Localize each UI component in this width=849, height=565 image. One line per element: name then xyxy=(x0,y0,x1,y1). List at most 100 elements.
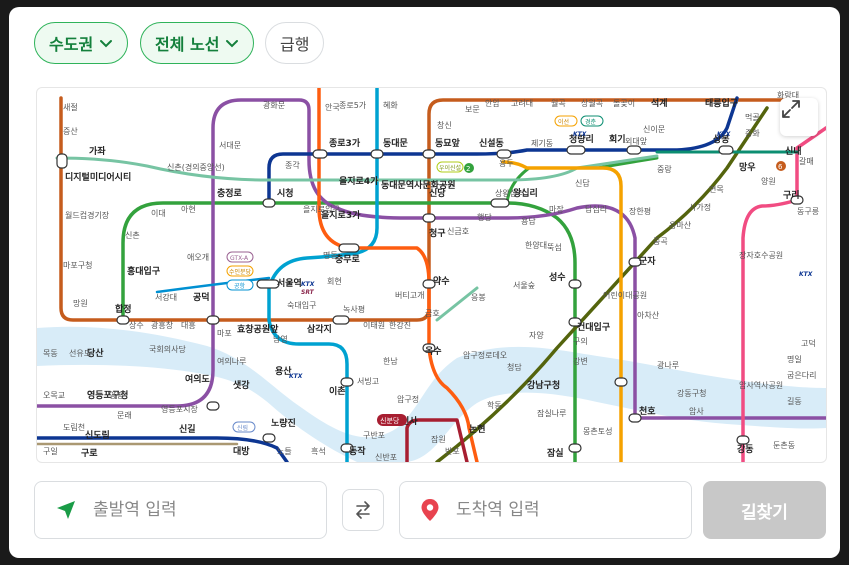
station-marker xyxy=(614,377,628,387)
station-label: 공덕 xyxy=(193,292,210,303)
station-label: 압구정로데오 xyxy=(463,350,507,360)
destination-input[interactable] xyxy=(454,499,648,521)
location-pin-icon xyxy=(421,499,439,521)
expand-map-button[interactable] xyxy=(780,98,818,136)
station-label: 동작 xyxy=(349,446,366,457)
station-label: 강동구청 xyxy=(677,388,706,398)
lines-filter-label: 전체 노선 xyxy=(155,35,220,54)
station-label: 을지로입구 xyxy=(303,205,340,214)
station-label: 암사역사공원 xyxy=(739,380,783,390)
station-label: 건대입구 xyxy=(577,321,610,333)
isl-badge-label: 이선 xyxy=(558,118,569,126)
station-label: 여의도 xyxy=(185,373,211,385)
station-label: 잠실나루 xyxy=(537,408,566,418)
station-label: 신도림 xyxy=(85,429,110,441)
station-label: 서대문 xyxy=(219,141,241,150)
station-label: 중랑 xyxy=(657,164,672,174)
station-label: 구반포 xyxy=(363,431,385,440)
station-label: 아차산 xyxy=(637,310,660,320)
station-label: 장자호수공원 xyxy=(739,250,783,260)
station-label: 신길 xyxy=(179,423,196,435)
station-label: 효창공원앞 xyxy=(237,323,279,335)
station-label: 태릉입구 xyxy=(705,97,738,109)
region-filter-chip[interactable]: 수도권 xyxy=(34,22,129,64)
station-label: 마포 xyxy=(217,329,232,338)
station-marker xyxy=(496,149,512,159)
station-label: 구의 xyxy=(573,336,588,346)
station-label: 군자 xyxy=(639,255,656,267)
find-route-button[interactable]: 길찾기 xyxy=(703,481,826,539)
station-label: 이대 xyxy=(151,208,166,218)
station-marker xyxy=(566,145,586,155)
station-label: 서울역 xyxy=(277,277,302,289)
station-label: 시청 xyxy=(277,187,294,199)
station-label: 상월곡 xyxy=(581,98,603,108)
station-label: 종로3가 xyxy=(329,137,361,149)
subway-map-canvas[interactable]: 시청 서울역 종로3가 동대문 동묘앞 신설동 청량리 회기 상봉 태릉입구 신… xyxy=(37,88,826,462)
station-label: 제기동 xyxy=(531,139,553,148)
station-label: 충무로 xyxy=(335,253,361,265)
station-label: 디지털미디어시티 xyxy=(65,171,131,183)
station-label: 문래 xyxy=(117,411,132,420)
chevron-down-icon xyxy=(226,40,239,48)
station-label: 마포구청 xyxy=(63,261,92,270)
station-label: 샛강 xyxy=(233,379,250,391)
lines-filter-chip[interactable]: 전체 노선 xyxy=(140,22,255,64)
station-label: 애오개 xyxy=(187,252,209,262)
express-filter-chip[interactable]: 급행 xyxy=(265,22,325,64)
station-label: 마장 xyxy=(549,204,564,214)
line2-badge-label: 2 xyxy=(466,165,470,173)
uisinseol-badge-label: 우이신설 xyxy=(439,164,461,172)
station-label: 신촌 xyxy=(125,231,140,240)
station-label: 목동 xyxy=(43,349,58,358)
station-label: 학동 xyxy=(487,400,502,410)
station-label: 구로 xyxy=(81,448,98,459)
station-marker xyxy=(626,145,642,155)
expand-icon xyxy=(782,100,800,118)
station-label: 남영 xyxy=(273,334,288,344)
station-label: 증산 xyxy=(63,126,78,136)
station-label: 한남 xyxy=(383,357,398,366)
station-label: 옥수 xyxy=(425,346,442,357)
station-label: 안암 xyxy=(485,98,500,108)
station-marker xyxy=(262,433,276,443)
station-label: 신금호 xyxy=(447,227,469,236)
station-label: 약수 xyxy=(433,275,450,287)
station-label: 혜화 xyxy=(383,101,398,110)
station-label: 숙대입구 xyxy=(287,301,316,310)
station-label: 먹골 xyxy=(745,112,760,122)
station-label: 용마산 xyxy=(669,220,692,230)
station-marker xyxy=(116,315,130,325)
station-label: 한양대 xyxy=(525,241,547,250)
station-label: 보문 xyxy=(465,105,480,114)
swap-stations-button[interactable] xyxy=(342,489,384,531)
station-label: 신내 xyxy=(785,145,802,157)
station-label: 광화문 xyxy=(263,100,285,110)
station-label: 강남구청 xyxy=(527,379,560,391)
line-5 xyxy=(37,98,826,420)
station-label: 외대앞 xyxy=(625,136,648,146)
ktx-badge: KTX xyxy=(289,373,303,380)
destination-field[interactable] xyxy=(399,481,692,539)
station-label: 중화 xyxy=(745,129,760,138)
station-label: 답십리 xyxy=(585,204,607,214)
station-marker xyxy=(338,243,360,253)
station-label: 면목 xyxy=(709,184,724,194)
ktx-badge: KTX xyxy=(573,131,587,138)
station-label: 이촌 xyxy=(329,385,346,397)
origin-field[interactable] xyxy=(34,481,327,539)
station-label: 국회의사당 xyxy=(149,344,186,354)
station-label: 버티고개 xyxy=(395,290,424,300)
station-label: 대흥 xyxy=(181,320,196,330)
station-label: 종각 xyxy=(285,160,300,170)
station-marker xyxy=(718,145,734,155)
station-label: 홍대입구 xyxy=(127,265,160,277)
station-label: 합정 xyxy=(115,303,132,315)
station-label: 상왕십리 xyxy=(495,188,524,198)
station-label: 회현 xyxy=(327,277,342,286)
subway-map[interactable]: 시청 서울역 종로3가 동대문 동묘앞 신설동 청량리 회기 상봉 태릉입구 신… xyxy=(36,87,827,463)
station-label: 신답 xyxy=(575,178,590,188)
station-label: 동대문 xyxy=(383,137,408,149)
origin-input[interactable] xyxy=(91,499,285,521)
shinbundang-badge-label: 신분당 xyxy=(380,416,400,425)
